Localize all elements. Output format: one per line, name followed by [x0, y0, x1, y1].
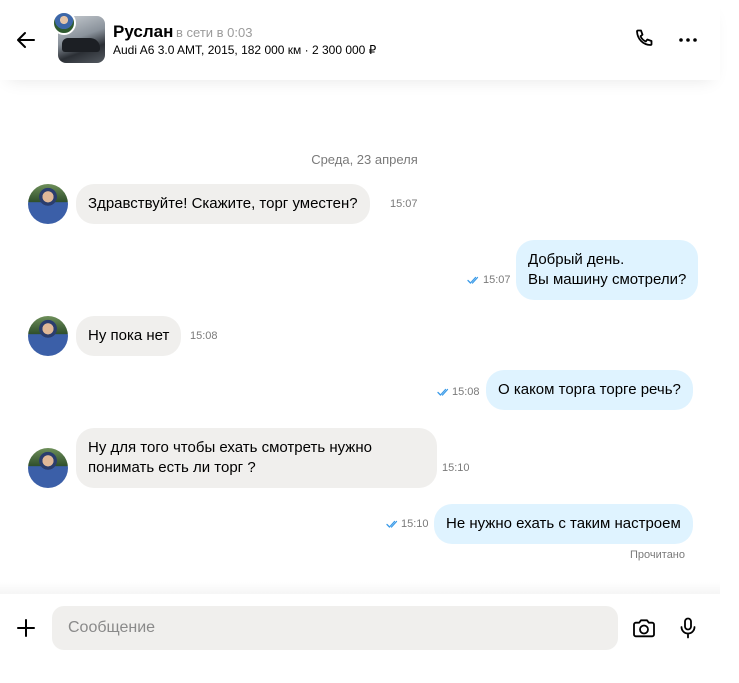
camera-icon	[633, 619, 655, 638]
message-bubble-outgoing[interactable]: Не нужно ехать с таким настроем	[434, 504, 693, 544]
message-text: Не нужно ехать с таким настроем	[446, 515, 681, 532]
message-text: Здравствуйте! Скажите, торг уместен?	[88, 195, 358, 212]
car-image	[62, 38, 100, 52]
message-time: 15:07	[390, 198, 418, 210]
microphone-icon	[680, 617, 696, 639]
online-status: в сети в 0:03	[176, 25, 253, 40]
message-text: Ну пока нет	[88, 327, 170, 344]
call-button[interactable]	[632, 28, 656, 52]
avatar[interactable]	[28, 184, 68, 224]
avatar[interactable]	[28, 448, 68, 488]
message-bubble-incoming[interactable]: Ну для того чтобы ехать смотреть нужно п…	[76, 428, 437, 488]
contact-name: Руслан	[113, 22, 174, 41]
message-input[interactable]	[52, 606, 618, 650]
microphone-button[interactable]	[676, 616, 700, 640]
camera-button[interactable]	[631, 616, 657, 640]
message-time: 15:08	[452, 386, 480, 398]
plus-icon	[17, 619, 35, 637]
arrow-left-icon	[17, 32, 35, 48]
seller-avatar[interactable]	[52, 11, 76, 35]
double-check-icon	[437, 388, 449, 396]
double-check-icon	[467, 276, 479, 284]
phone-icon	[636, 29, 653, 46]
message-bubble-incoming[interactable]: Ну пока нет	[76, 316, 182, 356]
more-button[interactable]	[676, 28, 700, 52]
back-button[interactable]	[14, 28, 38, 52]
message-list[interactable]: Среда, 23 апреля Здравствуйте! Скажите, …	[0, 80, 720, 592]
message-text-line: Вы машину смотрели?	[528, 271, 687, 288]
message-bubble-incoming[interactable]: Здравствуйте! Скажите, торг уместен?	[76, 184, 370, 224]
attach-button[interactable]	[14, 616, 38, 640]
message-time: 15:10	[442, 462, 470, 474]
read-status: Прочитано	[630, 549, 685, 561]
message-composer	[0, 594, 739, 683]
message-text-line: Ну для того чтобы ехать смотреть нужно	[88, 439, 372, 456]
listing-summary[interactable]: Audi A6 3.0 AMT, 2015, 182 000 км · 2 30…	[113, 43, 376, 58]
message-text-line: понимать есть ли торг ?	[88, 459, 256, 476]
message-time: 15:07	[483, 274, 511, 286]
message-text: О каком торга торге речь?	[498, 381, 681, 398]
chat-header: Руслан в сети в 0:03 Audi A6 3.0 AMT, 20…	[0, 0, 720, 80]
dots-horizontal-icon	[679, 38, 697, 42]
message-time: 15:10	[401, 518, 429, 530]
message-bubble-outgoing[interactable]: О каком торга торге речь?	[486, 370, 693, 410]
message-bubble-outgoing[interactable]: Добрый день. Вы машину смотрели?	[516, 240, 699, 300]
double-check-icon	[386, 520, 398, 528]
avatar[interactable]	[28, 316, 68, 356]
message-time: 15:08	[190, 330, 218, 342]
date-separator: Среда, 23 апреля	[311, 152, 418, 167]
message-text-line: Добрый день.	[528, 251, 625, 268]
